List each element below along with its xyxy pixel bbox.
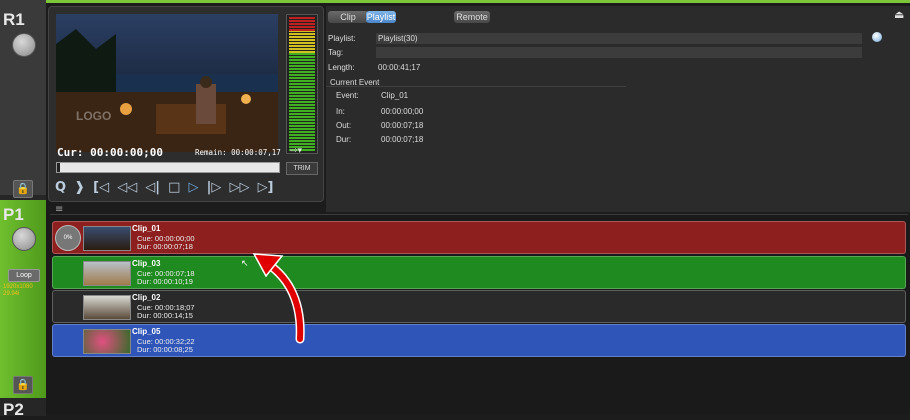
mark-out-icon[interactable]: ❱ (74, 180, 85, 195)
scrubber-handle[interactable] (57, 163, 60, 172)
clip-dur: Dur: 00:00:08;25 (137, 345, 193, 354)
dur-label: Dur: (336, 135, 352, 144)
channel-r1-select-button[interactable] (12, 33, 36, 57)
clip-dur: Dur: 00:00:07;18 (137, 242, 193, 251)
goto-in-icon[interactable]: [◁ (93, 180, 109, 195)
trim-button[interactable]: TRIM (286, 162, 318, 175)
tab-playlist[interactable]: Playlist (366, 11, 396, 23)
in-value: 00:00:00;00 (381, 107, 424, 116)
stop-icon[interactable]: □ (168, 180, 180, 195)
current-time-display: Cur: 00:00:00;00 (57, 146, 163, 159)
format-line1: 1920x1080 (3, 284, 33, 290)
channel-rail: R1 🔒 P1 Loop 1920x1080 29.94i 🔒 P2 (0, 0, 46, 419)
current-event-box (326, 86, 626, 154)
eject-icon[interactable]: ⏏ (894, 8, 904, 21)
clip-dur: Dur: 00:00:14;15 (137, 311, 193, 320)
clip-name: Clip_05 (132, 327, 161, 336)
tag-label: Tag: (328, 48, 344, 57)
clip-thumbnail (83, 226, 131, 251)
list-item[interactable]: Clip_03 Cue: 00:00:07;18 Dur: 00:00:10;1… (52, 256, 906, 289)
list-item[interactable]: 0% Clip_01 Cue: 00:00:00;00 Dur: 00:00:0… (52, 221, 906, 254)
send-to-icon[interactable]: ⇨▾ (290, 146, 302, 156)
clip-thumbnail (83, 295, 131, 320)
cur-time: 00:00:00;00 (90, 146, 163, 159)
clip-name: Clip_01 (132, 224, 161, 233)
accent-bar (46, 0, 910, 3)
list-item[interactable]: Clip_02 Cue: 00:00:18;07 Dur: 00:00:14;1… (52, 290, 906, 323)
tab-remote[interactable]: Remote (454, 11, 490, 23)
clip-dur: Dur: 00:00:10;19 (137, 277, 193, 286)
tag-field[interactable] (376, 47, 862, 58)
length-label: Length: (328, 63, 355, 72)
drag-arrow-annotation (252, 253, 305, 344)
audio-meter (286, 14, 318, 154)
lock-icon[interactable]: 🔒 (13, 180, 33, 198)
in-label: In: (336, 107, 345, 116)
step-back-icon[interactable]: ◁| (145, 180, 160, 195)
channel-p1-select-button[interactable] (12, 227, 36, 251)
fast-rewind-icon[interactable]: ◁◁ (117, 180, 137, 195)
event-value: Clip_01 (381, 91, 409, 100)
remain-label: Remain: (195, 148, 227, 157)
lock-icon[interactable]: 🔒 (13, 376, 33, 394)
video-player: LOGO Cur: 00:00:00;00 Remain: 00:00:07,1… (48, 6, 324, 202)
playlist-field[interactable] (376, 33, 862, 44)
video-watermark: LOGO (76, 109, 112, 123)
clip-name: Clip_02 (132, 293, 161, 302)
channel-p1-label: P1 (3, 205, 24, 224)
list-item[interactable]: Clip_05 Cue: 00:00:32;22 Dur: 00:00:08;2… (52, 324, 906, 357)
event-label: Event: (336, 91, 359, 100)
clip-thumbnail (83, 261, 131, 286)
clip-thumbnail (83, 329, 131, 354)
format-line2: 29.94i (3, 291, 20, 297)
video-preview: LOGO (56, 14, 278, 152)
length-value: 00:00:41;17 (378, 63, 421, 72)
timeline-scrubber[interactable] (56, 162, 280, 173)
fast-forward-icon[interactable]: ▷▷ (229, 180, 249, 195)
playlist-menu-icon[interactable] (872, 32, 882, 42)
remain-time: 00:00:07,17 (231, 148, 281, 157)
mark-in-icon[interactable]: 𝗤 (55, 180, 66, 195)
out-label: Out: (336, 121, 352, 130)
out-value: 00:00:07;18 (381, 121, 424, 130)
step-forward-icon[interactable]: |▷ (207, 180, 222, 195)
tab-clip[interactable]: Clip (328, 11, 368, 23)
remain-time-display: Remain: 00:00:07,17 (195, 148, 281, 157)
play-icon[interactable]: ▷ (189, 180, 199, 195)
dur-value: 00:00:07;18 (381, 135, 424, 144)
progress-indicator: 0% (55, 225, 81, 251)
cur-label: Cur: (57, 146, 84, 159)
loop-button[interactable]: Loop (8, 269, 40, 282)
channel-r1-label: R1 (3, 10, 25, 29)
channel-p2-label: P2 (3, 400, 24, 419)
goto-out-icon[interactable]: ▷] (258, 180, 274, 195)
info-panel: Clip Playlist Remote ⏏ Playlist: Playlis… (326, 6, 910, 212)
clip-name: Clip_03 (132, 259, 161, 268)
transport-controls: 𝗤 ❱ [◁ ◁◁ ◁| □ ▷ |▷ ▷▷ ▷] (55, 176, 295, 195)
playlist-label: Playlist: (328, 34, 356, 43)
playlist-value: Playlist(30) (378, 34, 418, 43)
